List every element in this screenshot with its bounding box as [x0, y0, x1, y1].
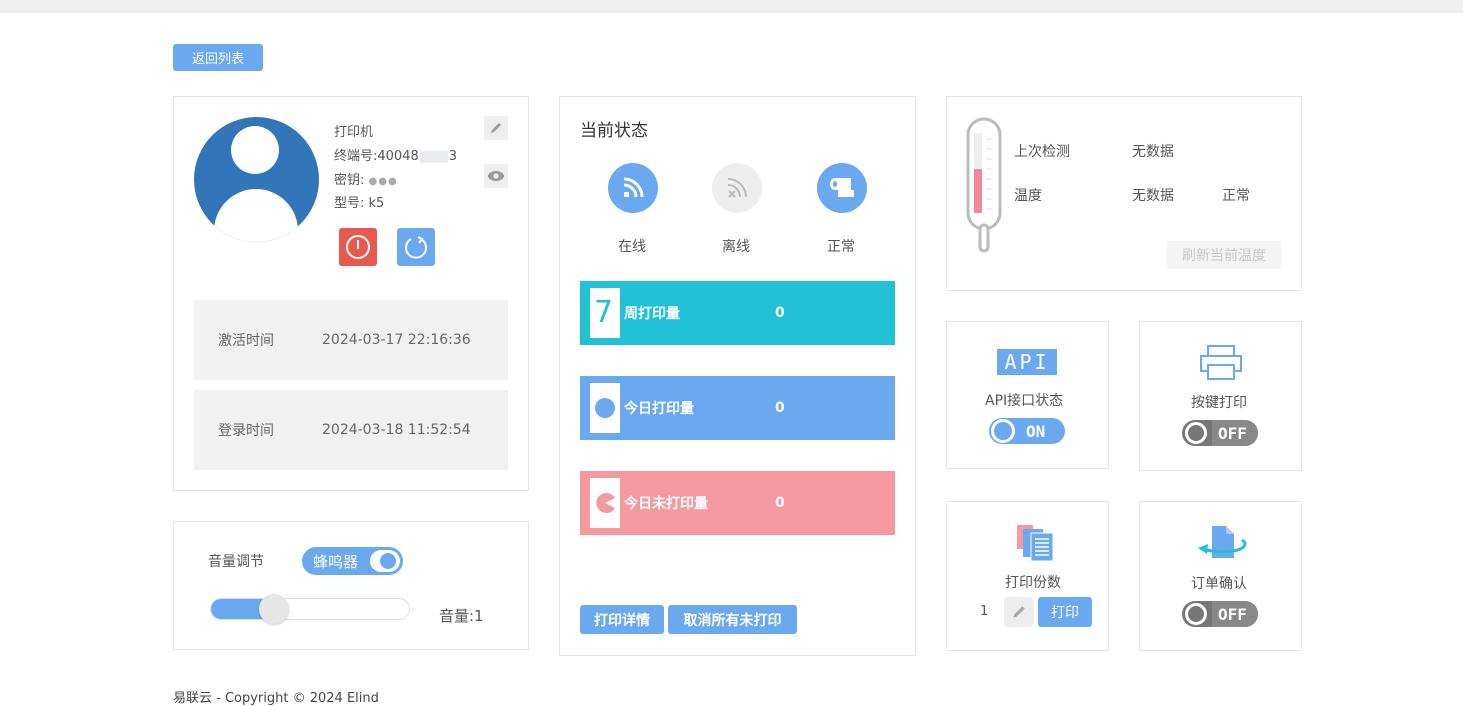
refresh-temperature-button[interactable]: 刷新当前温度: [1167, 241, 1281, 269]
today-print-value: 0: [775, 400, 785, 416]
temperature-value: 无数据: [1132, 188, 1174, 204]
buzzer-label: 蜂鸣器: [313, 552, 359, 571]
restart-button[interactable]: [397, 228, 435, 266]
thermometer-icon: [966, 117, 1002, 253]
weekly-print-label: 周打印量: [624, 306, 680, 322]
top-strip: [0, 0, 1463, 13]
calendar-7-icon: 7: [590, 288, 620, 338]
print-copies-label: 打印份数: [1005, 575, 1061, 591]
volume-slider-handle[interactable]: [259, 594, 289, 624]
unprinted-value: 0: [775, 495, 785, 511]
api-badge-icon: API: [997, 349, 1057, 375]
order-sync-icon: [1196, 524, 1248, 566]
print-copies-value: 1: [980, 604, 989, 619]
refresh-icon: [405, 236, 427, 259]
order-confirm-toggle[interactable]: OFF: [1182, 601, 1258, 627]
pencil-icon: [491, 123, 501, 133]
edit-copies-button[interactable]: [1004, 597, 1034, 627]
eye-icon: [488, 171, 504, 181]
print-details-button[interactable]: 打印详情: [580, 605, 664, 634]
temperature-label: 温度: [1014, 188, 1042, 204]
pie-document-icon: [590, 478, 620, 528]
model-number: 型号: k5: [334, 196, 385, 211]
print-button[interactable]: 打印: [1038, 597, 1092, 627]
volume-slider-track[interactable]: [210, 598, 410, 620]
device-key: 密钥: ●●●: [334, 173, 398, 188]
order-confirm-label: 订单确认: [1191, 576, 1247, 592]
document-circle-icon: [590, 383, 620, 433]
buzzer-toggle[interactable]: 蜂鸣器: [302, 547, 403, 575]
power-button[interactable]: [339, 228, 377, 266]
unprinted-label: 今日未打印量: [624, 496, 708, 512]
api-status-label: API接口状态: [985, 393, 1064, 409]
today-print-label: 今日打印量: [624, 401, 694, 417]
volume-card: [173, 521, 529, 650]
unprinted-stat: 今日未打印量 0: [580, 471, 895, 535]
key-print-label: 按键打印: [1191, 395, 1247, 411]
printer-name: 打印机: [334, 125, 374, 140]
volume-title: 音量调节: [208, 554, 264, 570]
temperature-status: 正常: [1222, 188, 1250, 204]
printer-icon: [1199, 345, 1243, 385]
today-print-stat: 今日打印量 0: [580, 376, 895, 440]
api-toggle-text: ON: [1026, 421, 1046, 441]
cancel-unprinted-button[interactable]: 取消所有未打印: [668, 605, 797, 634]
login-time-value: 2024-03-18 11:52:54: [322, 422, 471, 438]
status-title: 当前状态: [580, 121, 648, 141]
avatar: [194, 117, 319, 242]
activation-time-value: 2024-03-17 22:16:36: [322, 332, 471, 348]
normal-label: 正常: [827, 239, 855, 255]
offline-status-icon: [712, 163, 762, 213]
last-check-value: 无数据: [1132, 144, 1174, 160]
pencil-icon: [1013, 606, 1025, 618]
activation-time-row: 激活时间 2024-03-17 22:16:36: [194, 300, 508, 380]
weekly-print-stat: 7 周打印量 0: [580, 281, 895, 345]
show-key-button[interactable]: [484, 164, 508, 188]
copies-documents-icon: [1016, 524, 1056, 566]
login-time-row: 登录时间 2024-03-18 11:52:54: [194, 390, 508, 470]
edit-name-button[interactable]: [484, 116, 508, 140]
terminal-number: 终端号:40048 3: [334, 149, 458, 164]
paper-normal-icon: [817, 163, 867, 213]
volume-value: 音量:1: [439, 607, 484, 625]
online-label: 在线: [618, 239, 646, 255]
buzzer-knob: [380, 553, 396, 569]
api-toggle[interactable]: ON: [989, 418, 1065, 444]
weekly-print-value: 0: [775, 305, 785, 321]
last-check-label: 上次检测: [1014, 144, 1070, 160]
back-to-list-button[interactable]: 返回列表: [173, 44, 263, 71]
order-confirm-toggle-text: OFF: [1218, 604, 1247, 624]
key-print-toggle[interactable]: OFF: [1182, 420, 1258, 446]
offline-label: 离线: [722, 239, 750, 255]
login-time-label: 登录时间: [218, 423, 274, 439]
footer-copyright: 易联云 - Copyright © 2024 Elind: [173, 691, 379, 706]
key-print-toggle-text: OFF: [1218, 423, 1247, 443]
online-status-icon: [608, 163, 658, 213]
power-icon: [346, 235, 370, 259]
activation-time-label: 激活时间: [218, 333, 274, 349]
